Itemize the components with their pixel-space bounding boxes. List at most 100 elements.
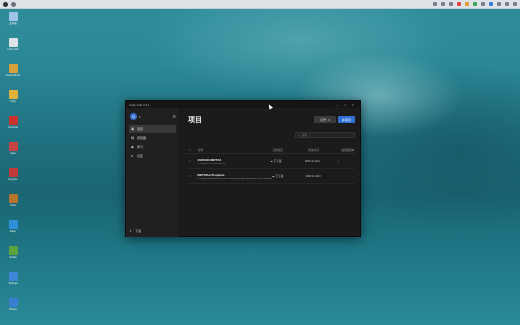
extension-icon[interactable] <box>481 2 485 6</box>
app-icon <box>8 38 18 47</box>
sidebar-item-projects[interactable]: ▣ 项目 <box>129 125 176 133</box>
extension-icon[interactable] <box>497 2 501 6</box>
new-project-button[interactable]: 新项目 <box>338 116 355 123</box>
main-panel: 项目 打开 ▾ 新项目 ⌕ ☆ 名称 云端项目 修改时间 编辑器版本 ☆ 202… <box>181 108 360 236</box>
app-icon <box>8 298 18 307</box>
warning-icon: ⋮ <box>336 159 340 163</box>
sidebar-item-label: 社区 <box>137 154 144 158</box>
more-options-button[interactable]: ··· <box>350 174 355 178</box>
sidebar-item-label: 学习 <box>137 145 144 149</box>
open-button[interactable]: 打开 ▾ <box>314 116 336 123</box>
sidebar-item-label: 安装器 <box>137 136 147 140</box>
extension-icon[interactable] <box>449 2 453 6</box>
menu-icon[interactable] <box>513 2 517 6</box>
address-area[interactable] <box>19 2 430 7</box>
desktop-shortcut[interactable]: Settings <box>4 272 22 294</box>
desktop-shortcut-label: Settings <box>8 282 18 285</box>
desktop-shortcut[interactable]: OneNote <box>4 116 22 138</box>
desktop-shortcut[interactable]: 此电脑 <box>4 12 22 34</box>
app-icon <box>8 12 18 21</box>
app-icon <box>8 64 18 73</box>
column-header-modified[interactable]: 修改时间 <box>308 148 341 152</box>
extension-icon[interactable] <box>505 2 509 6</box>
chevron-down-icon[interactable]: ▾ <box>328 118 330 122</box>
editor-version: ⋮ <box>337 159 350 163</box>
app-icon <box>8 272 18 281</box>
minimize-button[interactable]: — <box>333 102 341 107</box>
tab-icon[interactable] <box>11 1 16 7</box>
gear-icon[interactable]: ⚙ <box>172 114 176 119</box>
more-options-button[interactable]: ··· <box>350 159 355 163</box>
desktop-shortcut[interactable]: Apps <box>4 142 22 164</box>
cloud-status-label: 已下载 <box>275 175 284 178</box>
avatar[interactable]: G <box>130 113 137 120</box>
column-header-cloud[interactable]: 云端项目 <box>273 148 309 152</box>
app-icon <box>8 168 18 177</box>
browser-tab-strip <box>0 0 520 9</box>
app-icon <box>8 194 18 203</box>
app-icon <box>8 220 18 229</box>
title-bar[interactable]: Unity Hub 3.4.1 — □ ✕ <box>126 101 360 108</box>
search-input[interactable] <box>301 133 352 137</box>
desktop-shortcut-label: Unity Hub <box>7 48 19 51</box>
desktop-shortcut-label: Recycle <box>8 178 18 181</box>
close-button[interactable]: ✕ <box>349 102 357 107</box>
open-label: 打开 <box>320 117 327 122</box>
sidebar: G ▾ ⚙ ▣ 项目 ▤ 安装器 ◆ 学习 ● 社区 ⇩ 下载 <box>126 108 180 237</box>
sidebar-item-community[interactable]: ● 社区 <box>129 152 176 160</box>
desktop-shortcut[interactable]: Photos <box>4 298 22 320</box>
unity-hub-window: Unity Hub 3.4.1 — □ ✕ G ▾ ⚙ ▣ 项目 ▤ 安装器 ◆… <box>125 100 361 237</box>
projects-table: ☆ 名称 云端项目 修改时间 编辑器版本 ☆ 20230301MRTK3 D:\… <box>186 147 355 184</box>
desktop-shortcut-label: Apps <box>10 152 16 155</box>
column-header-version[interactable]: 编辑器版本 <box>341 148 355 152</box>
project-path: D:\Projects\20230301MRTK3 <box>197 162 226 165</box>
modified-time: 2023 2L.AF3 <box>304 159 320 163</box>
desktop-shortcut-label: Tools <box>10 204 16 207</box>
app-icon <box>8 90 18 99</box>
desktop-shortcut[interactable]: Visual Studio <box>4 64 22 86</box>
extension-icon[interactable] <box>457 2 461 6</box>
extension-icon[interactable] <box>433 2 437 6</box>
desktop-shortcut-label: 此电脑 <box>9 22 17 25</box>
desktop-shortcut[interactable]: Unity <box>4 90 22 112</box>
page-title: 项目 <box>188 117 202 124</box>
warning-icon: ⋮ <box>337 174 341 178</box>
desktop-shortcut-label: OneNote <box>7 126 18 129</box>
sidebar-item-installs[interactable]: ▤ 安装器 <box>129 134 176 142</box>
desktop-shortcut[interactable]: Recycle <box>4 168 22 190</box>
project-name: MRTKDevTemplate <box>197 172 225 177</box>
downloads-button[interactable]: ⇩ 下载 <box>129 229 141 233</box>
app-icon <box>8 246 18 255</box>
desktop-shortcut[interactable]: Unity Hub <box>4 38 22 60</box>
project-cell: MRTKDevTemplate D:\Projects\MixedReality… <box>193 173 271 180</box>
cloud-status-label: 已下载 <box>273 160 282 163</box>
extension-icons <box>433 2 517 6</box>
modified-time: 2023 2L.AF3 <box>305 174 321 178</box>
search-box[interactable]: ⌕ <box>295 132 355 138</box>
desktop-icons: 此电脑 Unity Hub Visual Studio Unity OneNote App… <box>4 12 24 324</box>
app-icon <box>8 142 18 151</box>
table-row[interactable]: ☆ 20230301MRTK3 D:\Projects\20230301MRTK… <box>186 154 355 169</box>
app-icon <box>8 116 18 125</box>
project-name: 20230301MRTK3 <box>197 157 222 162</box>
desktop-shortcut[interactable]: Nvidia <box>4 246 22 268</box>
chevron-down-icon[interactable]: ▾ <box>139 115 172 119</box>
maximize-button[interactable]: □ <box>341 102 349 107</box>
desktop-shortcut[interactable]: Edge <box>4 220 22 242</box>
browser-icon[interactable] <box>3 1 8 7</box>
sidebar-item-learn[interactable]: ◆ 学习 <box>129 143 176 151</box>
column-header-name[interactable]: 名称 <box>194 148 273 152</box>
desktop-shortcut[interactable]: Tools <box>4 194 22 216</box>
table-header: ☆ 名称 云端项目 修改时间 编辑器版本 <box>186 147 355 154</box>
extension-icon[interactable] <box>473 2 477 6</box>
extension-icon[interactable] <box>465 2 469 6</box>
star-icon[interactable]: ☆ <box>186 159 194 163</box>
desktop-shortcut-label: Nvidia <box>9 256 17 259</box>
extension-icon[interactable] <box>489 2 493 6</box>
project-cell: 20230301MRTK3 D:\Projects\20230301MRTK3 <box>194 158 270 165</box>
window-title: Unity Hub 3.4.1 <box>129 102 150 107</box>
extension-icon[interactable] <box>441 2 445 6</box>
desktop-shortcut-label: Unity <box>10 100 16 103</box>
table-row[interactable]: ☆ MRTKDevTemplate D:\Projects\MixedReali… <box>186 169 355 184</box>
star-icon[interactable]: ☆ <box>186 174 193 178</box>
